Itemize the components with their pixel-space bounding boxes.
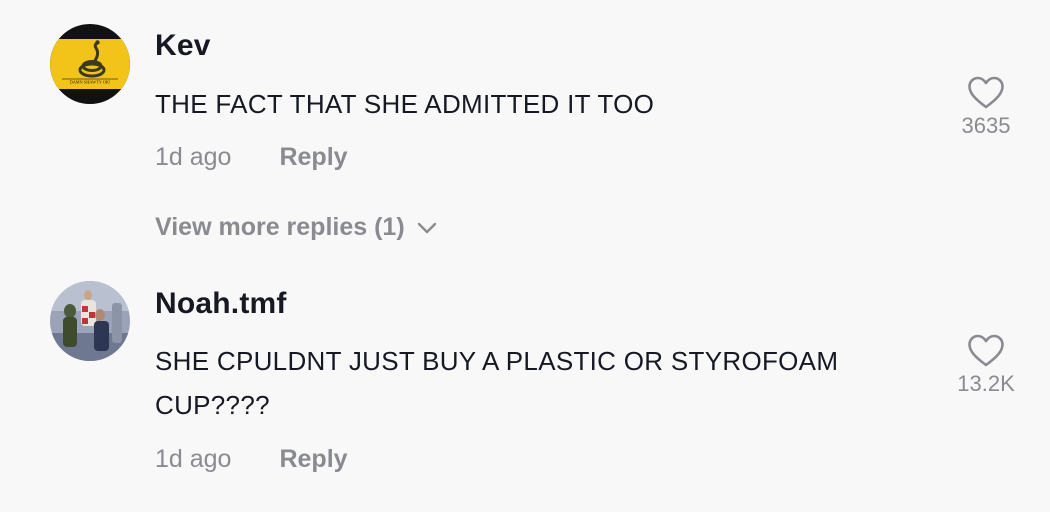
comment-time: 1d ago [155, 445, 232, 473]
comment-username[interactable]: Kev [155, 29, 211, 63]
comment-meta: 1d ago Reply [155, 143, 348, 172]
heart-outline-icon [968, 76, 1004, 109]
comment-username[interactable]: Noah.tmf [155, 287, 287, 321]
avatar-image: DAMN SHAWTY OK! [50, 24, 130, 104]
view-more-replies-label: View more replies (1) [155, 213, 405, 241]
avatar-image [50, 281, 130, 361]
comments-panel: DAMN SHAWTY OK! Kev THE FACT THAT SHE AD… [0, 0, 1050, 512]
avatar[interactable] [50, 281, 130, 361]
like-count: 13.2K [957, 371, 1015, 396]
like-button[interactable]: 13.2K [950, 334, 1022, 397]
view-more-replies-button[interactable]: View more replies (1) [155, 213, 437, 242]
heart-outline-icon [968, 334, 1004, 367]
reply-button[interactable]: Reply [279, 445, 347, 473]
reply-button[interactable]: Reply [279, 143, 347, 171]
comment-meta: 1d ago Reply [155, 445, 348, 474]
avatar-caption: DAMN SHAWTY OK! [70, 80, 111, 85]
comment-text: SHE CPULDNT JUST BUY A PLASTIC OR STYROF… [155, 346, 839, 420]
comment-text: THE FACT THAT SHE ADMITTED IT TOO [155, 89, 655, 119]
comment-time: 1d ago [155, 143, 232, 171]
avatar[interactable]: DAMN SHAWTY OK! [50, 24, 130, 104]
like-button[interactable]: 3635 [950, 76, 1022, 139]
like-count: 3635 [961, 113, 1011, 138]
chevron-down-icon [417, 212, 437, 241]
